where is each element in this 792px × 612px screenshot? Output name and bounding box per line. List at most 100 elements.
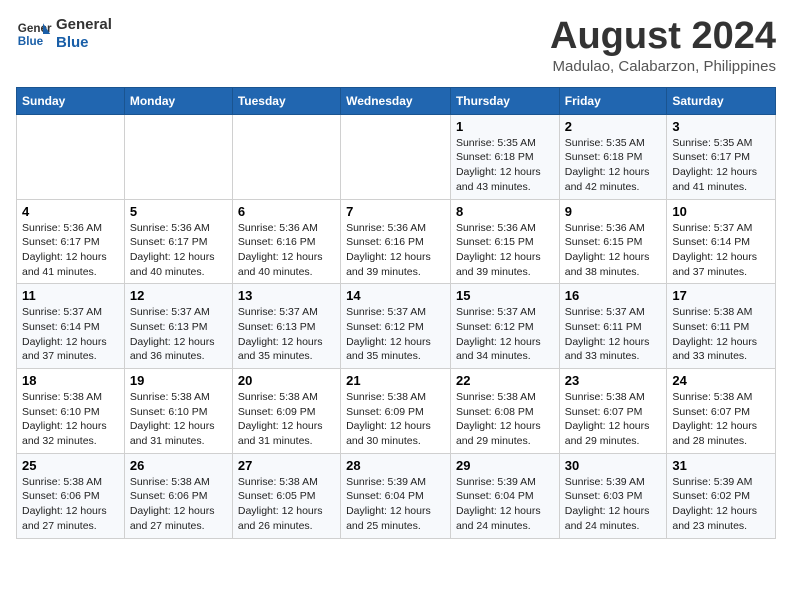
- calendar-cell: 12 Sunrise: 5:37 AM Sunset: 6:13 PM Dayli…: [124, 284, 232, 369]
- calendar-cell: 8 Sunrise: 5:36 AM Sunset: 6:15 PM Daylig…: [450, 199, 559, 284]
- calendar-cell: 2 Sunrise: 5:35 AM Sunset: 6:18 PM Daylig…: [559, 114, 667, 199]
- calendar-cell: 4 Sunrise: 5:36 AM Sunset: 6:17 PM Daylig…: [17, 199, 125, 284]
- day-number: 19: [130, 373, 227, 388]
- calendar-body: 1Sunrise: 5:35 AM Sunset: 6:18 PM Daylig…: [17, 114, 776, 538]
- weekday-header-saturday: Saturday: [667, 87, 776, 114]
- day-number: 28: [346, 458, 445, 473]
- calendar-cell: 25 Sunrise: 5:38 AM Sunset: 6:06 PM Dayli…: [17, 453, 125, 538]
- day-info: Sunrise: 5:36 AM Sunset: 6:15 PM Dayligh…: [565, 221, 662, 280]
- logo-icon: General Blue: [16, 16, 52, 52]
- day-info: Sunrise: 5:36 AM Sunset: 6:15 PM Dayligh…: [456, 221, 554, 280]
- calendar-week-5: 25 Sunrise: 5:38 AM Sunset: 6:06 PM Dayli…: [17, 453, 776, 538]
- weekday-header-sunday: Sunday: [17, 87, 125, 114]
- day-number: 29: [456, 458, 554, 473]
- calendar-week-1: 1Sunrise: 5:35 AM Sunset: 6:18 PM Daylig…: [17, 114, 776, 199]
- calendar-cell: 19 Sunrise: 5:38 AM Sunset: 6:10 PM Dayli…: [124, 369, 232, 454]
- calendar-cell: 17 Sunrise: 5:38 AM Sunset: 6:11 PM Dayli…: [667, 284, 776, 369]
- day-number: 17: [672, 288, 770, 303]
- day-info: Sunrise: 5:36 AM Sunset: 6:16 PM Dayligh…: [346, 221, 445, 280]
- calendar-cell: 24Sunrise: 5:38 AM Sunset: 6:07 PM Dayli…: [667, 369, 776, 454]
- calendar-cell: 28Sunrise: 5:39 AM Sunset: 6:04 PM Dayli…: [341, 453, 451, 538]
- subtitle: Madulao, Calabarzon, Philippines: [550, 58, 776, 75]
- day-info: Sunrise: 5:38 AM Sunset: 6:05 PM Dayligh…: [238, 475, 335, 534]
- day-number: 20: [238, 373, 335, 388]
- day-info: Sunrise: 5:37 AM Sunset: 6:14 PM Dayligh…: [672, 221, 770, 280]
- day-info: Sunrise: 5:36 AM Sunset: 6:17 PM Dayligh…: [130, 221, 227, 280]
- day-number: 22: [456, 373, 554, 388]
- day-number: 11: [22, 288, 119, 303]
- calendar-cell: [124, 114, 232, 199]
- calendar-cell: 11 Sunrise: 5:37 AM Sunset: 6:14 PM Dayli…: [17, 284, 125, 369]
- day-number: 12: [130, 288, 227, 303]
- day-number: 16: [565, 288, 662, 303]
- calendar-header: SundayMondayTuesdayWednesdayThursdayFrid…: [17, 87, 776, 114]
- day-number: 2: [565, 119, 662, 134]
- day-number: 23: [565, 373, 662, 388]
- calendar-cell: 31Sunrise: 5:39 AM Sunset: 6:02 PM Dayli…: [667, 453, 776, 538]
- calendar-cell: [17, 114, 125, 199]
- day-number: 21: [346, 373, 445, 388]
- day-info: Sunrise: 5:37 AM Sunset: 6:14 PM Dayligh…: [22, 305, 119, 364]
- day-number: 14: [346, 288, 445, 303]
- day-info: Sunrise: 5:38 AM Sunset: 6:07 PM Dayligh…: [565, 390, 662, 449]
- svg-text:Blue: Blue: [18, 35, 44, 48]
- day-number: 10: [672, 204, 770, 219]
- calendar-cell: [341, 114, 451, 199]
- day-number: 26: [130, 458, 227, 473]
- day-info: Sunrise: 5:38 AM Sunset: 6:11 PM Dayligh…: [672, 305, 770, 364]
- day-info: Sunrise: 5:38 AM Sunset: 6:10 PM Dayligh…: [22, 390, 119, 449]
- weekday-header-friday: Friday: [559, 87, 667, 114]
- calendar-cell: 13Sunrise: 5:37 AM Sunset: 6:13 PM Dayli…: [232, 284, 340, 369]
- calendar-week-3: 11 Sunrise: 5:37 AM Sunset: 6:14 PM Dayli…: [17, 284, 776, 369]
- calendar-cell: 23 Sunrise: 5:38 AM Sunset: 6:07 PM Dayli…: [559, 369, 667, 454]
- calendar-cell: 6 Sunrise: 5:36 AM Sunset: 6:16 PM Daylig…: [232, 199, 340, 284]
- day-info: Sunrise: 5:36 AM Sunset: 6:16 PM Dayligh…: [238, 221, 335, 280]
- calendar-cell: 16 Sunrise: 5:37 AM Sunset: 6:11 PM Dayli…: [559, 284, 667, 369]
- weekday-header-monday: Monday: [124, 87, 232, 114]
- day-number: 18: [22, 373, 119, 388]
- day-info: Sunrise: 5:36 AM Sunset: 6:17 PM Dayligh…: [22, 221, 119, 280]
- calendar-cell: 18 Sunrise: 5:38 AM Sunset: 6:10 PM Dayli…: [17, 369, 125, 454]
- calendar-cell: 21 Sunrise: 5:38 AM Sunset: 6:09 PM Dayli…: [341, 369, 451, 454]
- day-info: Sunrise: 5:38 AM Sunset: 6:10 PM Dayligh…: [130, 390, 227, 449]
- day-info: Sunrise: 5:37 AM Sunset: 6:13 PM Dayligh…: [238, 305, 335, 364]
- day-info: Sunrise: 5:35 AM Sunset: 6:18 PM Dayligh…: [456, 136, 554, 195]
- calendar-cell: 7Sunrise: 5:36 AM Sunset: 6:16 PM Daylig…: [341, 199, 451, 284]
- calendar-cell: 26Sunrise: 5:38 AM Sunset: 6:06 PM Dayli…: [124, 453, 232, 538]
- weekday-header-wednesday: Wednesday: [341, 87, 451, 114]
- day-info: Sunrise: 5:37 AM Sunset: 6:12 PM Dayligh…: [346, 305, 445, 364]
- calendar-cell: 1Sunrise: 5:35 AM Sunset: 6:18 PM Daylig…: [450, 114, 559, 199]
- day-info: Sunrise: 5:38 AM Sunset: 6:08 PM Dayligh…: [456, 390, 554, 449]
- calendar-table: SundayMondayTuesdayWednesdayThursdayFrid…: [16, 87, 776, 539]
- day-number: 3: [672, 119, 770, 134]
- logo: General Blue General Blue: [16, 16, 112, 52]
- day-info: Sunrise: 5:38 AM Sunset: 6:07 PM Dayligh…: [672, 390, 770, 449]
- calendar-cell: 10 Sunrise: 5:37 AM Sunset: 6:14 PM Dayli…: [667, 199, 776, 284]
- logo-line1: General: [56, 16, 112, 34]
- calendar-cell: 9Sunrise: 5:36 AM Sunset: 6:15 PM Daylig…: [559, 199, 667, 284]
- calendar-cell: [232, 114, 340, 199]
- day-info: Sunrise: 5:38 AM Sunset: 6:09 PM Dayligh…: [346, 390, 445, 449]
- calendar-cell: 3Sunrise: 5:35 AM Sunset: 6:17 PM Daylig…: [667, 114, 776, 199]
- calendar-cell: 29Sunrise: 5:39 AM Sunset: 6:04 PM Dayli…: [450, 453, 559, 538]
- weekday-header-thursday: Thursday: [450, 87, 559, 114]
- title-block: August 2024 Madulao, Calabarzon, Philipp…: [550, 16, 776, 75]
- day-number: 6: [238, 204, 335, 219]
- weekday-header-row: SundayMondayTuesdayWednesdayThursdayFrid…: [17, 87, 776, 114]
- calendar-cell: 20 Sunrise: 5:38 AM Sunset: 6:09 PM Dayli…: [232, 369, 340, 454]
- day-info: Sunrise: 5:35 AM Sunset: 6:18 PM Dayligh…: [565, 136, 662, 195]
- calendar-cell: 15Sunrise: 5:37 AM Sunset: 6:12 PM Dayli…: [450, 284, 559, 369]
- day-info: Sunrise: 5:37 AM Sunset: 6:13 PM Dayligh…: [130, 305, 227, 364]
- calendar-cell: 27Sunrise: 5:38 AM Sunset: 6:05 PM Dayli…: [232, 453, 340, 538]
- calendar-cell: 5Sunrise: 5:36 AM Sunset: 6:17 PM Daylig…: [124, 199, 232, 284]
- day-number: 8: [456, 204, 554, 219]
- main-title: August 2024: [550, 16, 776, 58]
- day-info: Sunrise: 5:38 AM Sunset: 6:09 PM Dayligh…: [238, 390, 335, 449]
- day-number: 4: [22, 204, 119, 219]
- day-info: Sunrise: 5:39 AM Sunset: 6:03 PM Dayligh…: [565, 475, 662, 534]
- weekday-header-tuesday: Tuesday: [232, 87, 340, 114]
- day-number: 25: [22, 458, 119, 473]
- day-info: Sunrise: 5:37 AM Sunset: 6:11 PM Dayligh…: [565, 305, 662, 364]
- day-info: Sunrise: 5:38 AM Sunset: 6:06 PM Dayligh…: [22, 475, 119, 534]
- day-info: Sunrise: 5:37 AM Sunset: 6:12 PM Dayligh…: [456, 305, 554, 364]
